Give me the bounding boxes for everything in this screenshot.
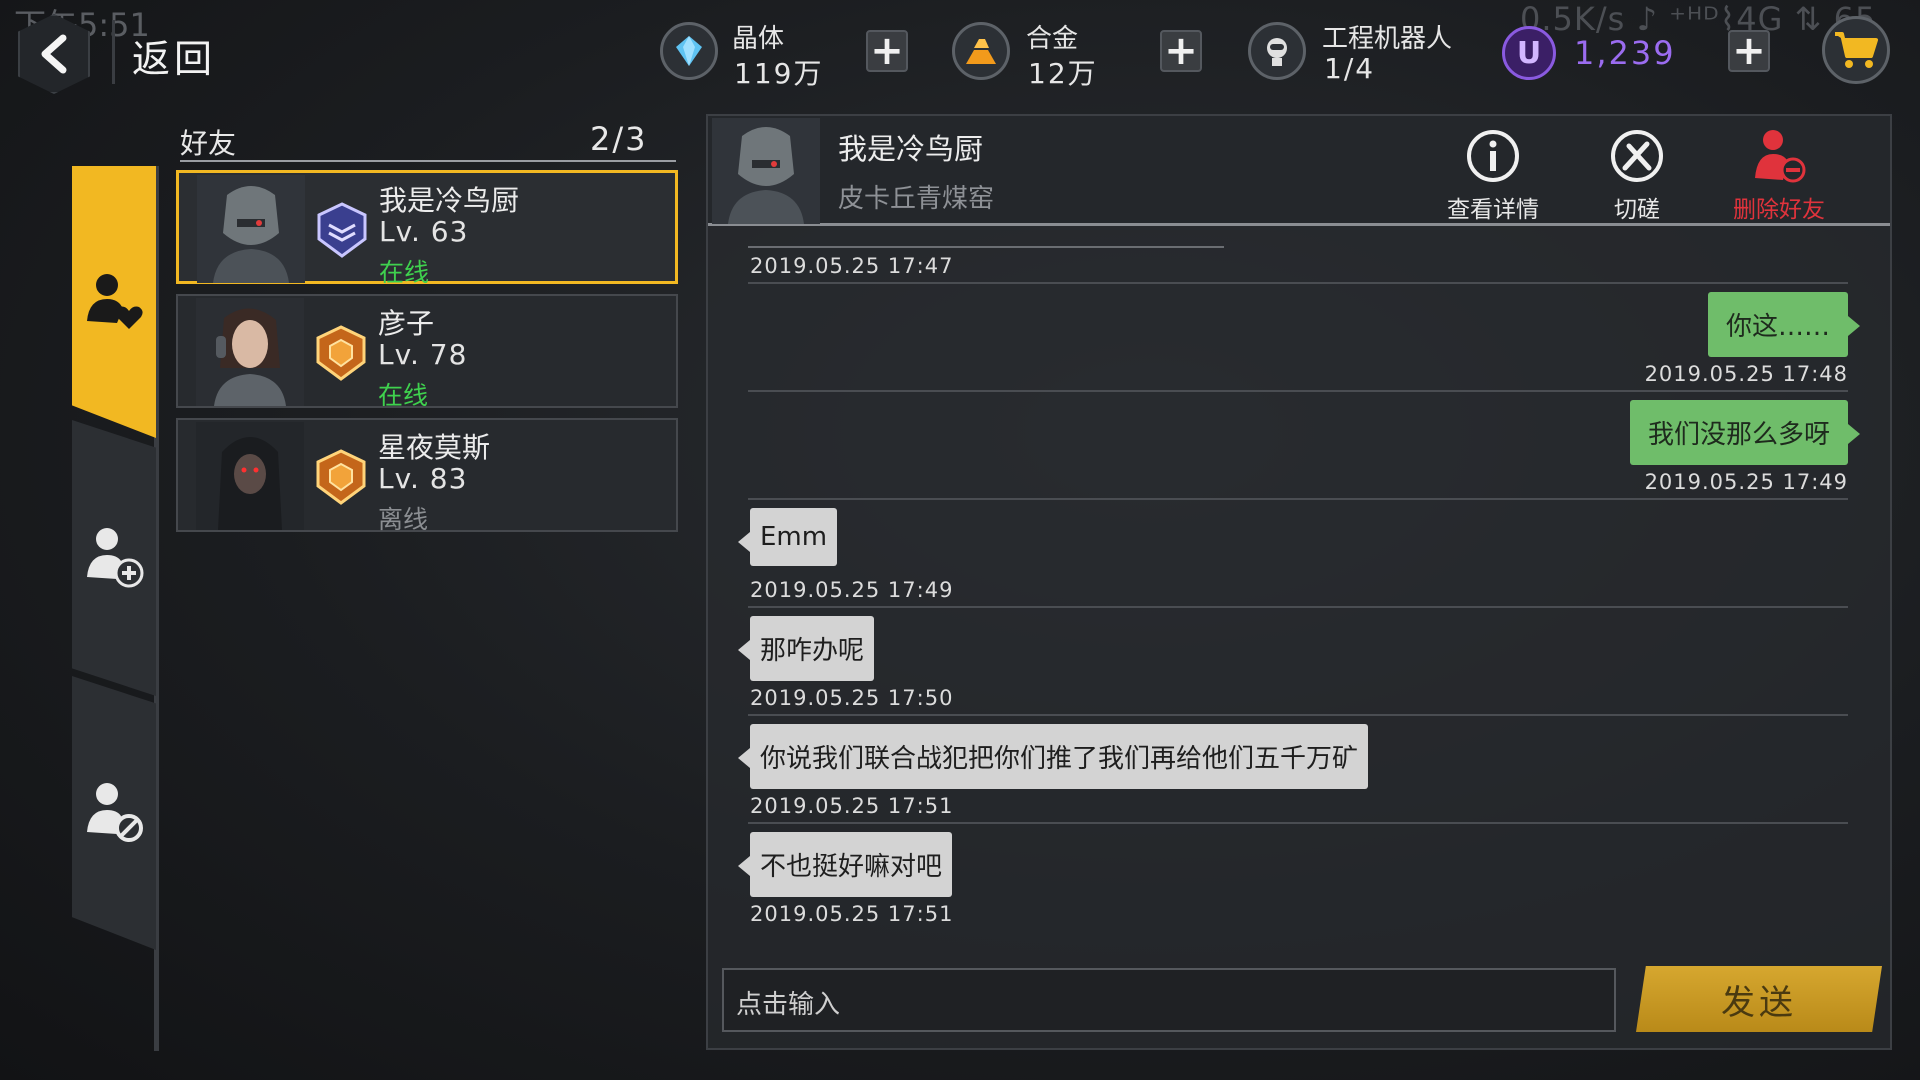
add-crystal-button[interactable]: + [866, 30, 908, 72]
u-currency-icon: U [1502, 26, 1556, 80]
friend-item[interactable]: 彦子 Lv. 78 在线 [176, 294, 678, 410]
chat-input[interactable]: 点击输入 [722, 968, 1616, 1032]
view-details-label: 查看详情 [1447, 197, 1539, 223]
status-indicators: 0.5K/s ♪ ⁺ᴴᴰ⌇4G ⇅ 65 [1520, 0, 1877, 38]
message-divider [748, 390, 1848, 392]
chat-top-divider [748, 246, 1224, 248]
robot-icon [1248, 22, 1306, 80]
message-bubble-other: 你说我们联合战犯把你们推了我们再给他们五千万矿 [737, 724, 1369, 789]
shop-button[interactable] [1822, 16, 1890, 84]
silver-rank-icon [317, 202, 367, 258]
message-bubble-self: 我们没那么多呀 [1629, 400, 1861, 465]
tab-add-friend[interactable] [72, 420, 156, 696]
message-divider [748, 606, 1848, 608]
friends-list-title: 好友 [180, 127, 237, 160]
message-timestamp: 2019.05.25 17:51 [750, 794, 954, 818]
header-divider [112, 20, 115, 84]
message-timestamp: 2019.05.25 17:49 [1644, 470, 1848, 494]
friend-level: Lv. 83 [378, 462, 468, 495]
friends-count: 2/3 [590, 120, 648, 158]
send-button[interactable]: 发送 [1636, 966, 1882, 1032]
gold-rank-icon [316, 325, 366, 381]
robot-label: 工程机器人 [1322, 24, 1453, 54]
chat-contact-guild: 皮卡丘青煤窑 [838, 184, 995, 214]
delete-friend-label: 删除好友 [1733, 197, 1825, 223]
chat-avatar [712, 118, 820, 224]
friend-status: 在线 [378, 381, 429, 410]
crystal-icon [660, 22, 718, 80]
friends-heart-icon [87, 274, 143, 329]
message-timestamp: 2019.05.25 17:47 [750, 254, 954, 278]
message-divider [748, 822, 1848, 824]
spar-button[interactable]: 切磋 [1582, 128, 1692, 224]
message-bubble-other: 那咋办呢 [737, 616, 875, 681]
block-user-icon [87, 783, 143, 842]
friend-item[interactable]: 星夜莫斯 Lv. 83 离线 [176, 418, 678, 534]
avatar [197, 175, 305, 283]
message-divider [748, 498, 1848, 500]
message-timestamp: 2019.05.25 17:48 [1644, 362, 1848, 386]
add-currency-button[interactable]: + [1728, 30, 1770, 72]
gold-rank-icon [316, 449, 366, 505]
crystal-label: 晶体 [732, 24, 785, 54]
delete-friend-button[interactable]: 删除好友 [1724, 128, 1834, 224]
shopping-cart-icon [1835, 32, 1878, 68]
message-timestamp: 2019.05.25 17:49 [750, 578, 954, 602]
friend-level: Lv. 78 [378, 338, 468, 371]
crystal-value: 119万 [734, 57, 824, 90]
message-divider [748, 282, 1848, 284]
robot-value: 1/4 [1324, 52, 1376, 85]
message-divider [748, 714, 1848, 716]
add-alloy-button[interactable]: + [1160, 30, 1202, 72]
crossed-swords-icon [1611, 130, 1663, 182]
tab-friends[interactable] [72, 166, 156, 438]
friend-level: Lv. 63 [379, 215, 469, 248]
view-details-button[interactable]: 查看详情 [1438, 128, 1548, 224]
friend-name: 彦子 [378, 307, 435, 340]
alloy-label: 合金 [1026, 24, 1079, 54]
tab-blocked[interactable] [72, 676, 156, 950]
message-timestamp: 2019.05.25 17:51 [750, 902, 954, 926]
avatar [196, 298, 304, 406]
alloy-icon [952, 22, 1010, 80]
friend-name: 星夜莫斯 [378, 431, 491, 464]
avatar [196, 422, 304, 530]
remove-friend-icon [1755, 130, 1806, 183]
friend-item[interactable]: 我是冷鸟厨 Lv. 63 在线 [176, 170, 678, 287]
back-label[interactable]: 返回 [132, 28, 216, 83]
message-bubble-other: 不也挺好嘛对吧 [737, 832, 953, 897]
message-bubble-self: 你这…… [1707, 292, 1861, 357]
info-icon [1467, 130, 1519, 182]
friend-name: 我是冷鸟厨 [379, 184, 520, 217]
u-currency-value: 1,239 [1574, 34, 1676, 72]
alloy-value: 12万 [1028, 57, 1098, 90]
message-timestamp: 2019.05.25 17:50 [750, 686, 954, 710]
message-bubble-other: Emm [737, 508, 838, 566]
add-friend-icon [87, 528, 144, 588]
friends-list-underline [180, 160, 676, 162]
friend-status: 在线 [379, 258, 430, 287]
spar-label: 切磋 [1614, 197, 1660, 223]
chevron-left-icon [41, 34, 67, 74]
friend-status: 离线 [378, 505, 429, 534]
chat-contact-name: 我是冷鸟厨 [838, 132, 984, 166]
